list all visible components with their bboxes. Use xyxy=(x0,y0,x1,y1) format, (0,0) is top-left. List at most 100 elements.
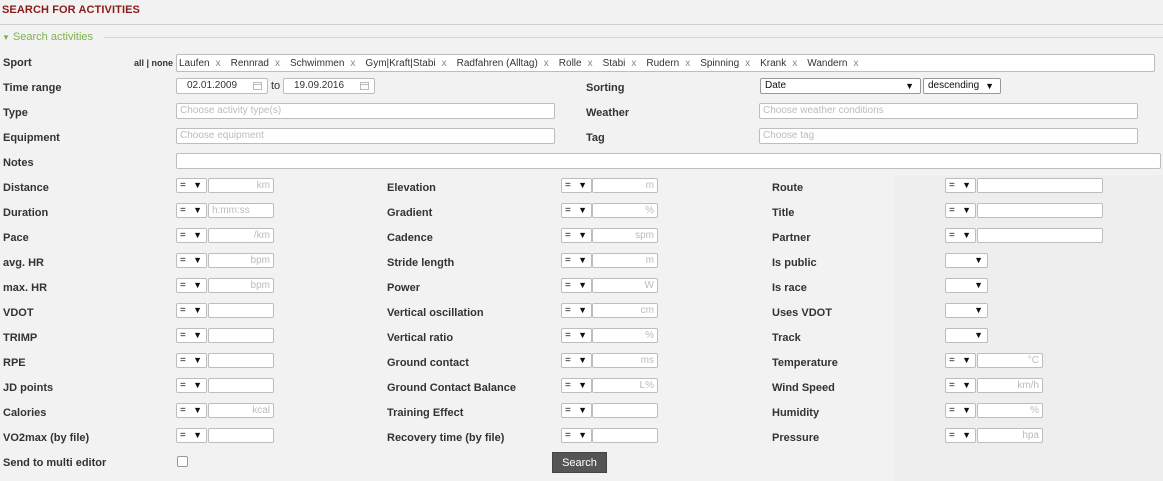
avg-hr-input[interactable]: bpm xyxy=(208,253,274,268)
power-input[interactable]: W xyxy=(592,278,658,293)
remove-chip-icon[interactable]: x xyxy=(588,58,593,69)
operator-select[interactable]: = ▼ xyxy=(561,253,592,268)
type-input[interactable]: Choose activity type(s) xyxy=(176,103,555,119)
remove-chip-icon[interactable]: x xyxy=(544,58,549,69)
sport-chip-label: Laufen xyxy=(179,57,210,69)
sort-field-select[interactable]: Date ▼ xyxy=(760,78,921,94)
operator-select[interactable]: = ▼ xyxy=(176,353,207,368)
vertical-oscillation-input[interactable]: cm xyxy=(592,303,658,318)
equipment-input[interactable]: Choose equipment xyxy=(176,128,555,144)
date-to-input[interactable]: 19.09.2016 xyxy=(283,78,375,94)
vo2max-by-file-input[interactable] xyxy=(208,428,274,443)
elevation-input[interactable]: m xyxy=(592,178,658,193)
remove-chip-icon[interactable]: x xyxy=(792,58,797,69)
weather-input[interactable]: Choose weather conditions xyxy=(759,103,1138,119)
tag-input[interactable]: Choose tag xyxy=(759,128,1138,144)
ground-contact-balance-input[interactable]: L% xyxy=(592,378,658,393)
is-race-select[interactable]: ▼ xyxy=(945,278,988,293)
operator-select[interactable]: = ▼ xyxy=(176,428,207,443)
sort-order-select[interactable]: descending ▼ xyxy=(923,78,1001,94)
vdot-label: VDOT xyxy=(3,307,34,319)
duration-input[interactable]: h:mm:ss xyxy=(208,203,274,218)
sport-multiselect[interactable]: Laufen x Rennrad x Schwimmen x Gym|Kraft|Stabi… xyxy=(176,54,1155,72)
sport-all-none-toggle[interactable]: all | none xyxy=(134,58,173,68)
operator-select[interactable]: = ▼ xyxy=(945,428,976,443)
operator-select[interactable]: = ▼ xyxy=(945,353,976,368)
operator-select[interactable]: = ▼ xyxy=(561,228,592,243)
sport-chip-label: Rudern xyxy=(646,57,680,69)
vertical-ratio-input[interactable]: % xyxy=(592,328,658,343)
wind-speed-input[interactable]: km/h xyxy=(977,378,1043,393)
operator-select[interactable]: = ▼ xyxy=(176,178,207,193)
operator-value: = xyxy=(565,380,571,391)
track-select[interactable]: ▼ xyxy=(945,328,988,343)
operator-select[interactable]: = ▼ xyxy=(176,378,207,393)
operator-select[interactable]: = ▼ xyxy=(561,303,592,318)
route-input[interactable] xyxy=(977,178,1103,193)
recovery-time-by-file-input[interactable] xyxy=(592,428,658,443)
operator-select[interactable]: = ▼ xyxy=(561,403,592,418)
sport-label: Sport xyxy=(3,57,32,69)
operator-select[interactable]: = ▼ xyxy=(176,278,207,293)
operator-select[interactable]: = ▼ xyxy=(561,178,592,193)
uses-vdot-select[interactable]: ▼ xyxy=(945,303,988,318)
ground-contact-input[interactable]: ms xyxy=(592,353,658,368)
stride-length-input[interactable]: m xyxy=(592,253,658,268)
operator-select[interactable]: = ▼ xyxy=(176,228,207,243)
is-public-select[interactable]: ▼ xyxy=(945,253,988,268)
jd-points-input[interactable] xyxy=(208,378,274,393)
vdot-input[interactable] xyxy=(208,303,274,318)
notes-input[interactable] xyxy=(176,153,1161,169)
pace-input[interactable]: /km xyxy=(208,228,274,243)
remove-chip-icon[interactable]: x xyxy=(275,58,280,69)
calories-input[interactable]: kcal xyxy=(208,403,274,418)
operator-select[interactable]: = ▼ xyxy=(945,228,976,243)
search-button[interactable]: Search xyxy=(552,452,607,473)
remove-chip-icon[interactable]: x xyxy=(853,58,858,69)
operator-select[interactable]: = ▼ xyxy=(176,253,207,268)
operator-select[interactable]: = ▼ xyxy=(561,353,592,368)
pressure-input[interactable]: hpa xyxy=(977,428,1043,443)
distance-input[interactable]: km xyxy=(208,178,274,193)
operator-select[interactable]: = ▼ xyxy=(945,378,976,393)
remove-chip-icon[interactable]: x xyxy=(350,58,355,69)
vo2max-by-file-label: VO2max (by file) xyxy=(3,432,90,444)
date-from-input[interactable]: 02.01.2009 xyxy=(176,78,268,94)
humidity-input[interactable]: % xyxy=(977,403,1043,418)
remove-chip-icon[interactable]: x xyxy=(745,58,750,69)
operator-select[interactable]: = ▼ xyxy=(176,303,207,318)
calendar-icon[interactable] xyxy=(360,82,369,90)
title-input[interactable] xyxy=(977,203,1103,218)
operator-select[interactable]: = ▼ xyxy=(945,403,976,418)
notes-label: Notes xyxy=(3,157,34,169)
multi-editor-checkbox[interactable] xyxy=(177,456,188,467)
operator-select[interactable]: = ▼ xyxy=(945,178,976,193)
rpe-input[interactable] xyxy=(208,353,274,368)
max-hr-input[interactable]: bpm xyxy=(208,278,274,293)
operator-select[interactable]: = ▼ xyxy=(176,203,207,218)
remove-chip-icon[interactable]: x xyxy=(631,58,636,69)
temperature-input[interactable]: °C xyxy=(977,353,1043,368)
training-effect-input[interactable] xyxy=(592,403,658,418)
operator-select[interactable]: = ▼ xyxy=(561,378,592,393)
gradient-input[interactable]: % xyxy=(592,203,658,218)
trimp-input[interactable] xyxy=(208,328,274,343)
remove-chip-icon[interactable]: x xyxy=(216,58,221,69)
operator-select[interactable]: = ▼ xyxy=(176,328,207,343)
dropdown-arrow-icon: ▼ xyxy=(578,330,587,340)
remove-chip-icon[interactable]: x xyxy=(685,58,690,69)
operator-select[interactable]: = ▼ xyxy=(561,428,592,443)
operator-select[interactable]: = ▼ xyxy=(945,203,976,218)
operator-select[interactable]: = ▼ xyxy=(176,403,207,418)
cadence-input[interactable]: spm xyxy=(592,228,658,243)
operator-select[interactable]: = ▼ xyxy=(561,278,592,293)
operator-select[interactable]: = ▼ xyxy=(561,203,592,218)
calendar-icon[interactable] xyxy=(253,82,262,90)
partner-input[interactable] xyxy=(977,228,1103,243)
sport-chip-label: Radfahren (Alltag) xyxy=(456,57,538,69)
sorting-label: Sorting xyxy=(586,82,625,94)
operator-select[interactable]: = ▼ xyxy=(561,328,592,343)
search-activities-toggle[interactable]: ▼ Search activities xyxy=(2,31,93,43)
operator-value: = xyxy=(949,430,955,441)
remove-chip-icon[interactable]: x xyxy=(442,58,447,69)
